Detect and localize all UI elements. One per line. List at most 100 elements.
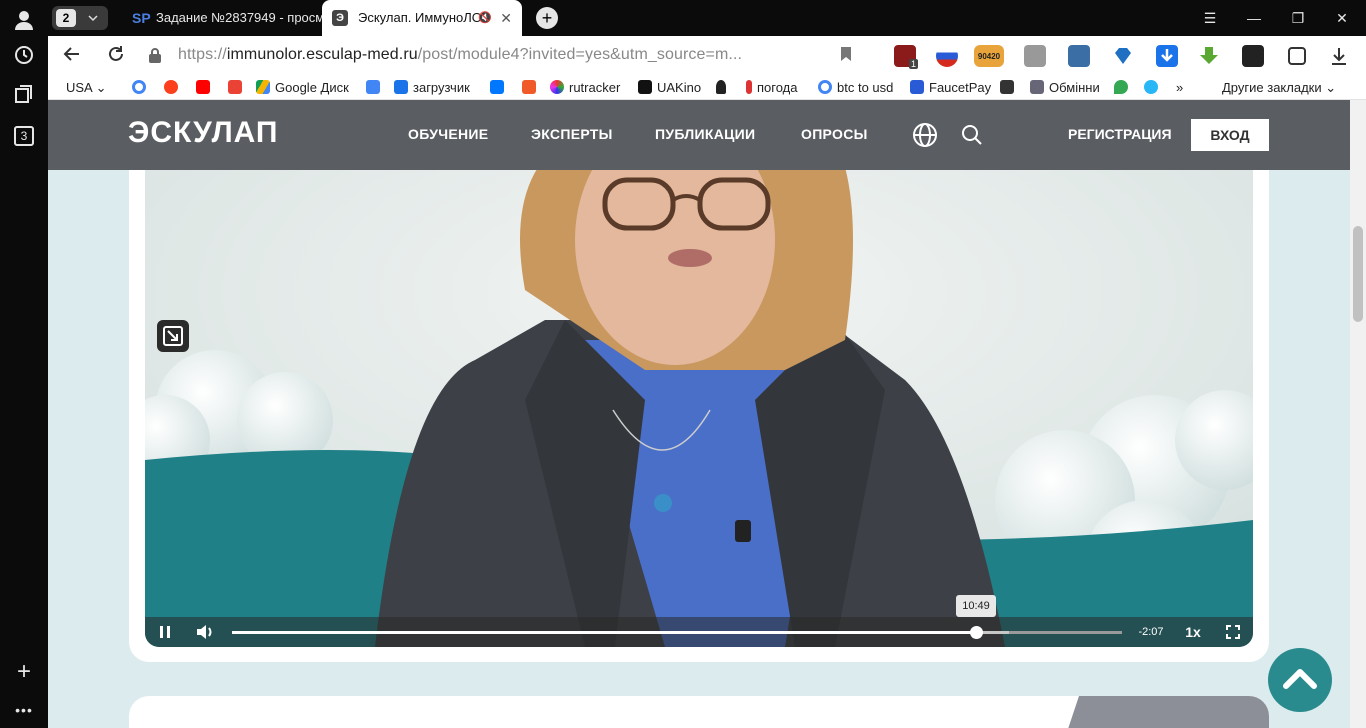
briefcase-extension-icon[interactable] xyxy=(1024,45,1046,67)
register-link[interactable]: РЕГИСТРАЦИЯ xyxy=(1068,126,1172,142)
faucetpay-icon xyxy=(910,80,924,94)
rutracker-icon xyxy=(550,80,564,94)
collections-icon[interactable] xyxy=(12,84,36,108)
new-tab-button[interactable]: + xyxy=(536,7,558,29)
search-icon[interactable] xyxy=(960,123,984,147)
crypto-price-extension-icon[interactable]: 90420 xyxy=(974,45,1004,67)
bookmark-faucetpay[interactable]: FaucetPay xyxy=(910,80,991,98)
tab-zadanie[interactable]: SP Задание №2837949 - просм xyxy=(122,0,322,36)
bookmark-google-drive[interactable]: Google Диск xyxy=(256,80,349,98)
bookmark-label: загрузчик xyxy=(413,80,470,95)
close-icon[interactable]: ✕ xyxy=(500,0,512,36)
restore-icon[interactable]: ❐ xyxy=(1276,0,1320,36)
scrollbar-thumb[interactable] xyxy=(1353,226,1363,322)
close-window-icon[interactable]: ✕ xyxy=(1320,0,1364,36)
browser-sidebar: 3 + ••• xyxy=(0,0,48,728)
mute-icon[interactable]: 🔇 xyxy=(478,0,492,36)
back-icon[interactable] xyxy=(60,44,84,68)
tab-group-button[interactable]: 2 xyxy=(52,6,108,30)
pip-button[interactable] xyxy=(157,320,189,352)
translate-bookmark-icon[interactable] xyxy=(366,80,385,98)
page-scrollbar[interactable] xyxy=(1350,100,1366,728)
scroll-to-top-button[interactable] xyxy=(1268,648,1332,712)
next-section-card xyxy=(129,696,1269,728)
url-text: https://immunolor.esculap-med.ru/post/mo… xyxy=(178,46,742,64)
speed-button[interactable]: 1x xyxy=(1179,617,1207,647)
bookmark-btc[interactable]: btc to usd xyxy=(818,80,893,98)
sidebar-badge: 3 xyxy=(14,126,34,146)
nav-obuchenie[interactable]: ОБУЧЕНИЕ xyxy=(408,126,488,142)
diamond-extension-icon[interactable] xyxy=(1112,45,1134,67)
more-bookmarks-button[interactable]: » xyxy=(1176,80,1183,98)
bookmark-label: btc to usd xyxy=(837,80,894,95)
bookmark-uakino[interactable]: UAKino xyxy=(638,80,701,98)
bookmark-pogoda[interactable]: погода xyxy=(746,80,798,98)
add-icon[interactable]: + xyxy=(12,660,36,684)
thermometer-icon xyxy=(746,80,752,94)
region-label: USA xyxy=(66,80,93,95)
infinity-icon xyxy=(394,80,408,94)
globe-icon[interactable] xyxy=(912,122,938,148)
other-bookmarks-label: Другие закладки xyxy=(1222,80,1322,95)
bookmarks-bar: USA ⌄ Google Диск загрузчик rutracker UA… xyxy=(48,76,1366,100)
code-extension-icon[interactable] xyxy=(1242,45,1264,67)
tab-favicon: SP xyxy=(132,10,151,26)
card-accent xyxy=(1059,696,1269,728)
menu-icon[interactable]: ☰ xyxy=(1188,0,1232,36)
downloads-icon[interactable] xyxy=(1328,45,1350,67)
region-selector[interactable]: USA ⌄ xyxy=(66,80,107,98)
profile-icon[interactable] xyxy=(12,8,36,32)
tabs-badge-icon[interactable]: 3 xyxy=(12,124,36,148)
nav-publikacii[interactable]: ПУБЛИКАЦИИ xyxy=(655,126,755,142)
youtube-bookmark-icon[interactable] xyxy=(196,80,215,98)
reload-icon[interactable] xyxy=(104,44,128,68)
vpn-extension-icon[interactable] xyxy=(936,45,958,67)
chevron-down-icon xyxy=(88,9,98,30)
seek-bar[interactable] xyxy=(232,626,1122,639)
seek-handle[interactable] xyxy=(970,626,984,639)
bookmark-obminni[interactable]: Обмінни xyxy=(1030,80,1100,98)
price-badge: 90420 xyxy=(977,52,1001,61)
lock-icon[interactable] xyxy=(148,47,162,63)
maps-bookmark-icon[interactable] xyxy=(1114,80,1133,98)
download-blue-extension-icon[interactable] xyxy=(1156,45,1178,67)
bc-bookmark-icon[interactable] xyxy=(1000,80,1019,98)
f-bookmark-icon[interactable] xyxy=(522,80,541,98)
tab-esculap[interactable]: Э Эскулап. ИммуноЛОР 🔇 ✕ xyxy=(322,0,522,36)
bookmark-rutracker[interactable]: rutracker xyxy=(550,80,620,98)
site-logo[interactable]: ЭСКУЛАП xyxy=(128,116,278,150)
pause-icon[interactable] xyxy=(151,617,179,647)
grid-extension-icon[interactable] xyxy=(1068,45,1090,67)
yandex-bookmark-icon[interactable] xyxy=(164,80,183,98)
video-player[interactable]: 10:49 -2:07 1x xyxy=(145,140,1253,647)
more-icon[interactable]: ••• xyxy=(12,698,36,722)
bookmark-label: rutracker xyxy=(569,80,621,95)
fullscreen-icon[interactable] xyxy=(1219,617,1247,647)
url-domain: immunolor.esculap-med.ru xyxy=(226,46,418,63)
puzzle-extension-icon[interactable] xyxy=(1286,45,1308,67)
tab-count: 2 xyxy=(56,9,76,27)
google-bookmark-icon[interactable] xyxy=(132,80,151,98)
remaining-time: -2:07 xyxy=(1138,626,1164,638)
star-bookmark-icon[interactable] xyxy=(1144,80,1163,98)
chess-bookmark-icon[interactable] xyxy=(716,80,731,98)
bookmark-zagruzchik[interactable]: загрузчик xyxy=(394,80,470,98)
seek-played xyxy=(232,631,977,634)
bookmark-icon[interactable] xyxy=(840,46,852,67)
gmail-bookmark-icon[interactable] xyxy=(228,80,247,98)
nav-oprosy[interactable]: ОПРОСЫ xyxy=(801,126,868,142)
uakino-icon xyxy=(638,80,652,94)
history-icon[interactable] xyxy=(12,44,36,68)
url-input[interactable]: https://immunolor.esculap-med.ru/post/mo… xyxy=(144,43,864,69)
download-green-extension-icon[interactable] xyxy=(1198,45,1220,67)
nav-eksperty[interactable]: ЭКСПЕРТЫ xyxy=(531,126,613,142)
minimize-icon[interactable]: — xyxy=(1232,0,1276,36)
tab-title: Задание №2837949 - просм xyxy=(156,10,322,25)
volume-icon[interactable] xyxy=(191,617,219,647)
page-content: ЭСКУЛАП ОБУЧЕНИЕ ЭКСПЕРТЫ ПУБЛИКАЦИИ ОПР… xyxy=(48,100,1350,728)
other-bookmarks[interactable]: Другие закладки ⌄ xyxy=(1222,80,1336,98)
ublock-extension-icon[interactable]: 1 xyxy=(894,45,918,69)
vk-bookmark-icon[interactable] xyxy=(490,80,509,98)
login-button[interactable]: ВХОД xyxy=(1191,119,1269,151)
url-scheme: https:// xyxy=(178,46,227,63)
